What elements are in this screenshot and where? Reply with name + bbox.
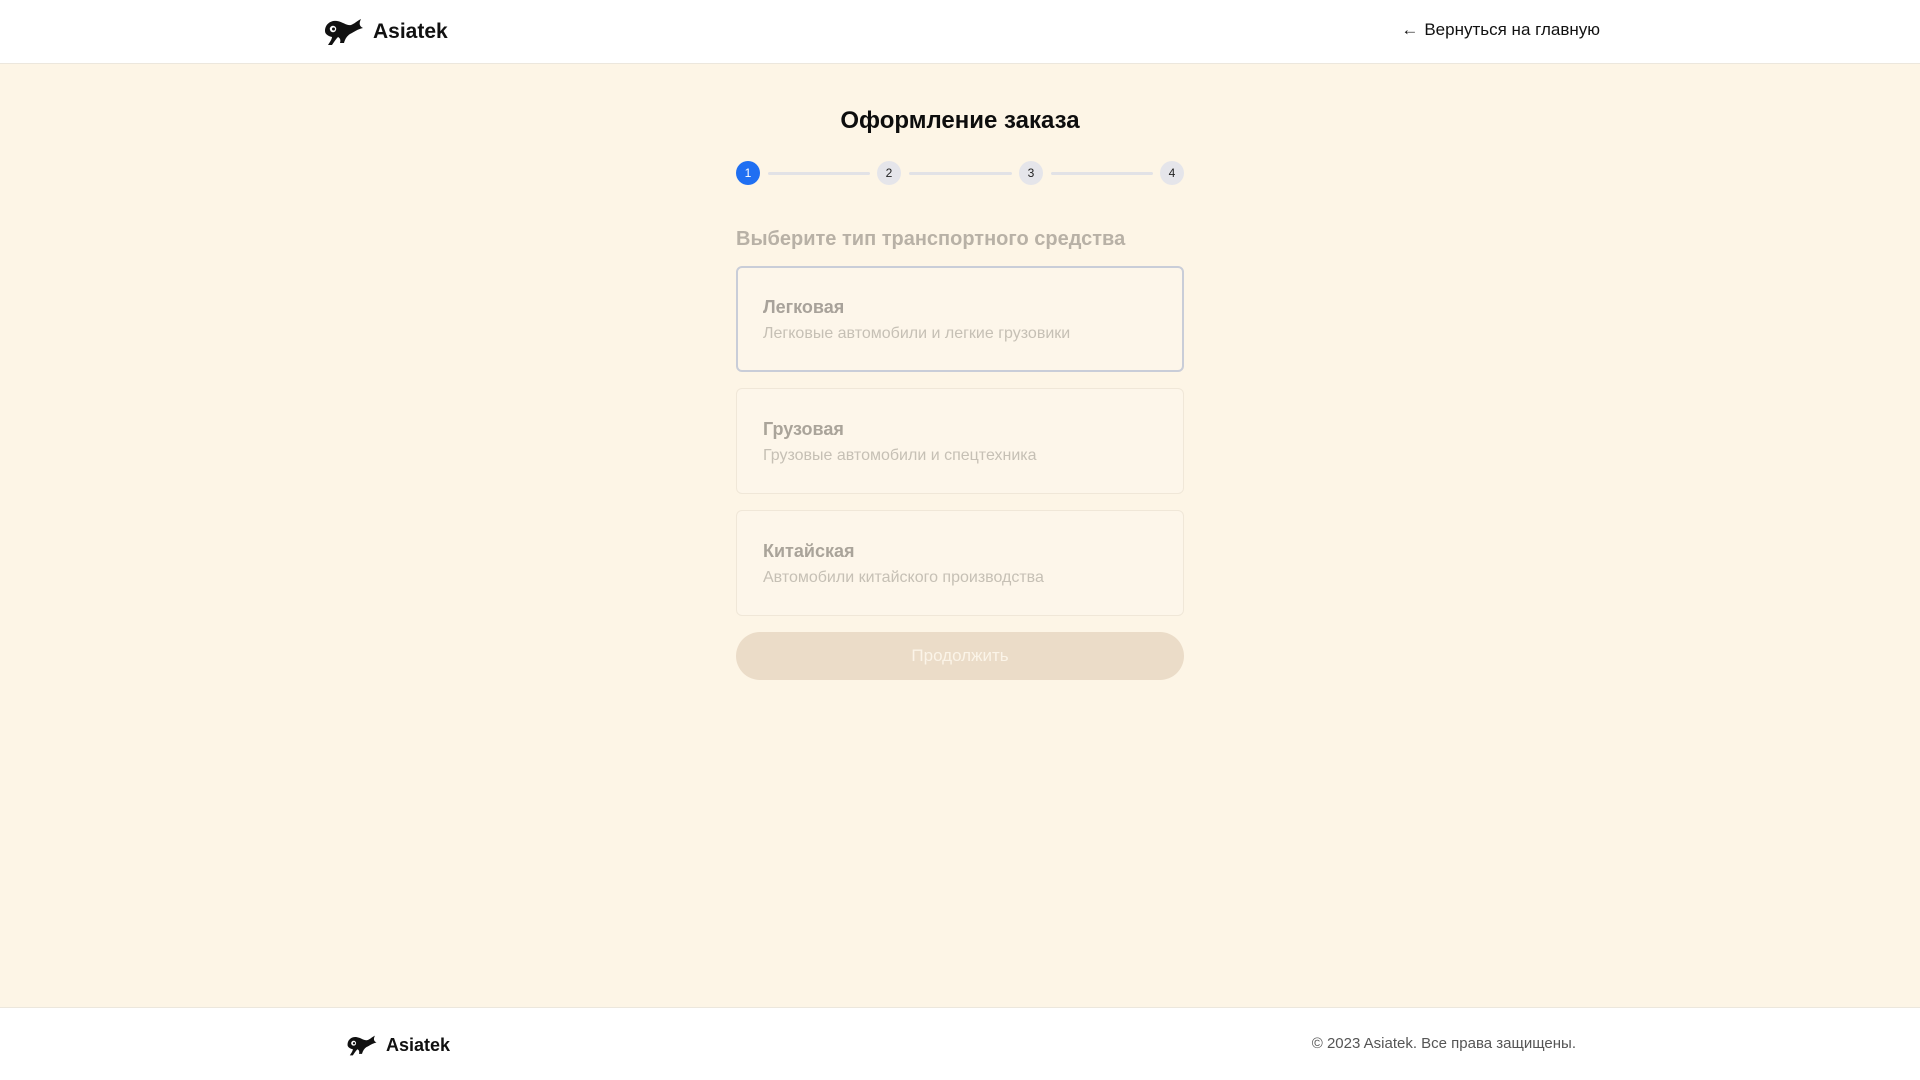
step-3[interactable]: 3 [1019,161,1043,185]
step-2[interactable]: 2 [877,161,901,185]
step-connector [1051,172,1153,175]
chameleon-logo-icon [347,1035,377,1055]
copyright-text: © 2023 Asiatek. Все права защищены. [1311,1035,1576,1052]
header-brand-link[interactable]: Asiatek [323,16,448,48]
back-link-label: Вернуться на главную [1424,20,1600,39]
option-passenger-car[interactable]: Легковая Легковые автомобили и легкие гр… [736,266,1184,372]
back-to-home-link[interactable]: ← Вернуться на главную [1401,20,1600,40]
brand-name: Asiatek [386,1034,451,1055]
arrow-left-icon: ← [1401,20,1419,39]
option-description: Автомобили китайского производства [763,569,1044,586]
option-description: Легковые автомобили и легкие грузовики [763,325,1071,342]
option-description: Грузовые автомобили и спецтехника [763,447,1037,464]
option-title: Легковая [763,297,845,317]
progress-stepper: 1 2 3 4 [736,161,1184,185]
option-title: Грузовая [763,419,844,439]
option-title: Китайская [763,541,855,561]
brand-name: Asiatek [373,20,448,43]
chameleon-logo-icon [325,19,363,45]
step-4[interactable]: 4 [1160,161,1184,185]
order-form: Оформление заказа 1 2 3 4 Выберите тип т… [736,64,1184,680]
step-1[interactable]: 1 [736,161,760,185]
step-connector [768,172,870,175]
vehicle-type-options: Легковая Легковые автомобили и легкие гр… [736,266,1184,616]
option-chinese[interactable]: Китайская Автомобили китайского производ… [736,510,1184,616]
site-header: Asiatek ← Вернуться на главную [0,0,1920,64]
footer-brand-link[interactable]: Asiatek [346,1033,450,1057]
section-label: Выберите тип транспортного средства [736,228,1126,250]
step-connector [909,172,1012,175]
continue-button[interactable]: Продолжить [736,632,1184,680]
site-footer: Asiatek © 2023 Asiatek. Все права защище… [0,1007,1920,1080]
page-title: Оформление заказа [840,107,1080,134]
option-truck[interactable]: Грузовая Грузовые автомобили и спецтехни… [736,388,1184,494]
